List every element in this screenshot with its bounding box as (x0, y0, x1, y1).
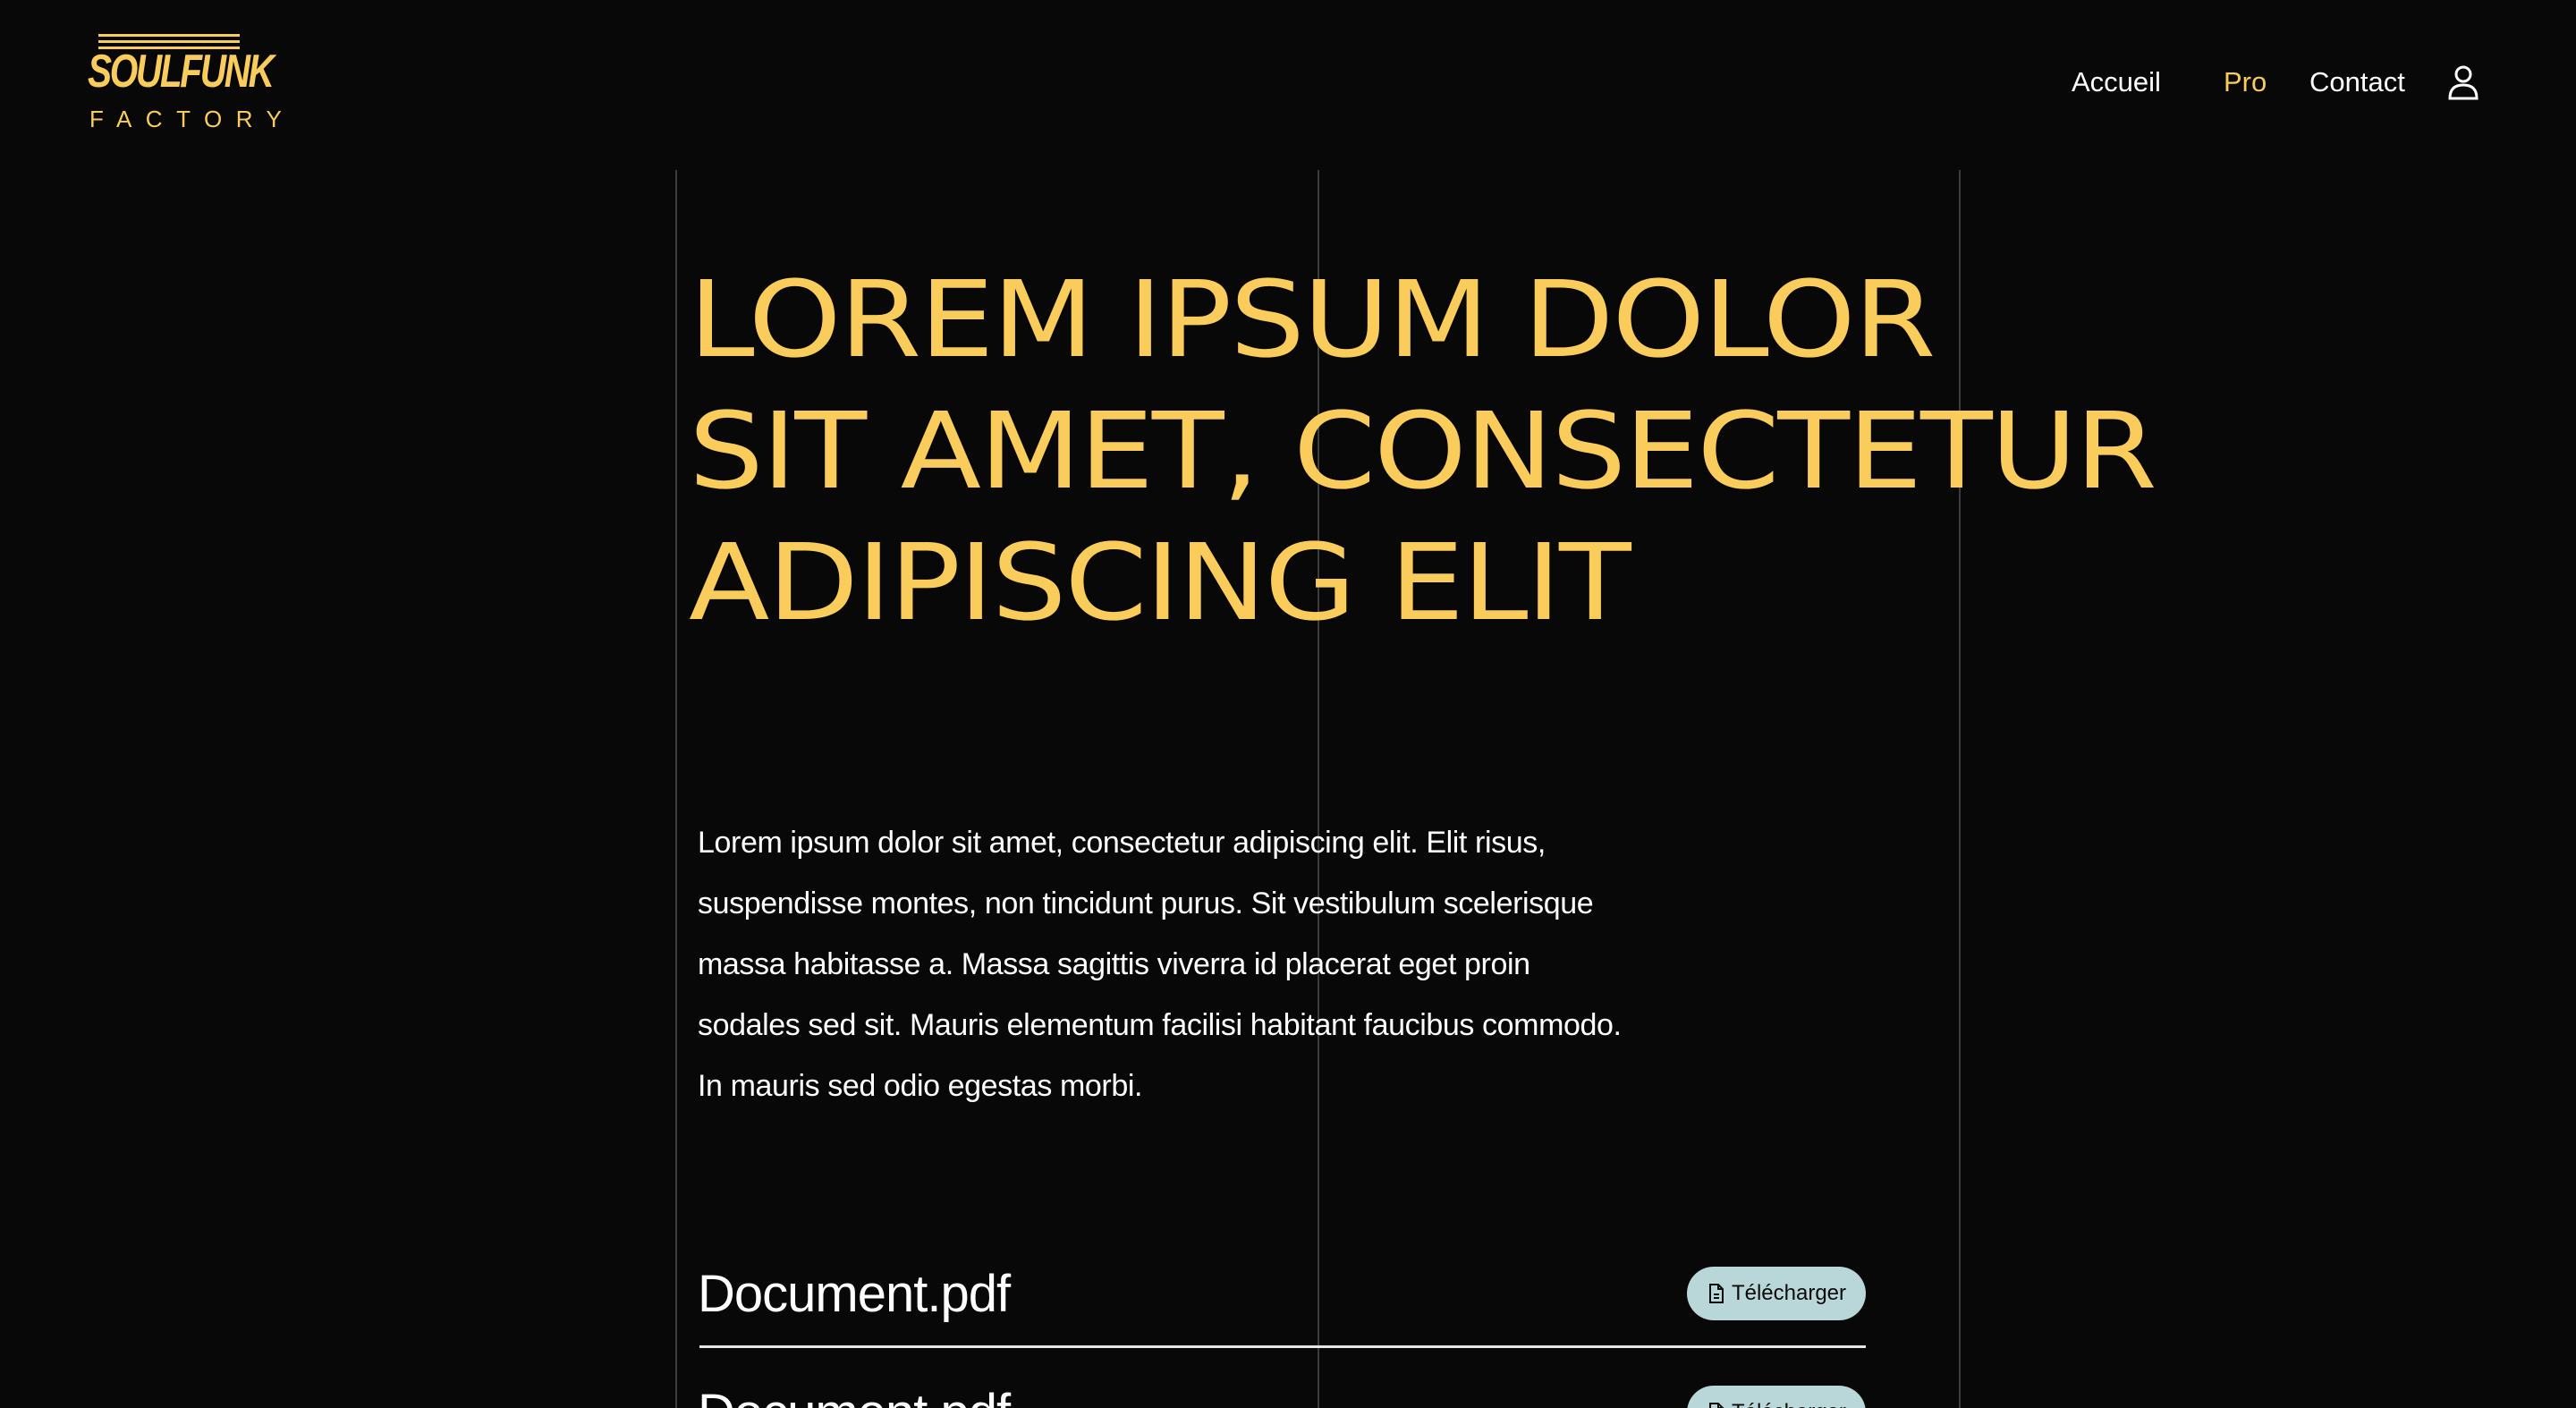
intro-line: massa habitasse a. Massa sagittis viverr… (698, 947, 1530, 981)
document-divider (699, 1345, 1866, 1348)
file-icon (1708, 1284, 1724, 1303)
user-icon[interactable] (2447, 64, 2479, 100)
page-title: LOREM IPSUM DOLOR SIT AMET, CONSECTETUR … (689, 254, 2157, 649)
nav-link-accueil[interactable]: Accueil (2072, 63, 2161, 102)
intro-paragraph: Lorem ipsum dolor sit amet, consectetur … (698, 812, 1664, 1116)
document-row: Document.pdf Télécharger (698, 1362, 1866, 1408)
download-button-label: Télécharger (1732, 1386, 1846, 1408)
page-title-line: SIT AMET, CONSECTETUR (689, 389, 2157, 513)
intro-line: suspendisse montes, non tincidunt purus.… (698, 886, 1594, 920)
download-button[interactable]: Télécharger (1686, 1386, 1866, 1408)
intro-line: Lorem ipsum dolor sit amet, consectetur … (698, 826, 1546, 860)
main-nav: Accueil Pro Contact (0, 57, 2576, 107)
document-row: Document.pdf Télécharger (698, 1243, 1866, 1351)
nav-link-pro[interactable]: Pro (2224, 63, 2267, 102)
download-button[interactable]: Télécharger (1686, 1267, 1866, 1320)
document-name: Document.pdf (698, 1382, 1011, 1408)
document-name: Document.pdf (698, 1265, 1011, 1323)
page: SOULFUNK FACTORY Accueil Pro Contact LOR… (0, 0, 2576, 1408)
page-title-line: LOREM IPSUM DOLOR (689, 258, 1936, 381)
file-icon (1708, 1403, 1724, 1408)
intro-line: sodales sed sit. Mauris elementum facili… (698, 1008, 1622, 1042)
download-button-label: Télécharger (1731, 1281, 1846, 1305)
brand-subtitle: FACTORY (89, 106, 296, 132)
page-title-line: ADIPISCING ELIT (689, 521, 1631, 644)
intro-line: In mauris sed odio egestas morbi. (698, 1069, 1143, 1103)
grid-line-left (675, 170, 677, 1408)
nav-link-contact[interactable]: Contact (2309, 63, 2405, 102)
